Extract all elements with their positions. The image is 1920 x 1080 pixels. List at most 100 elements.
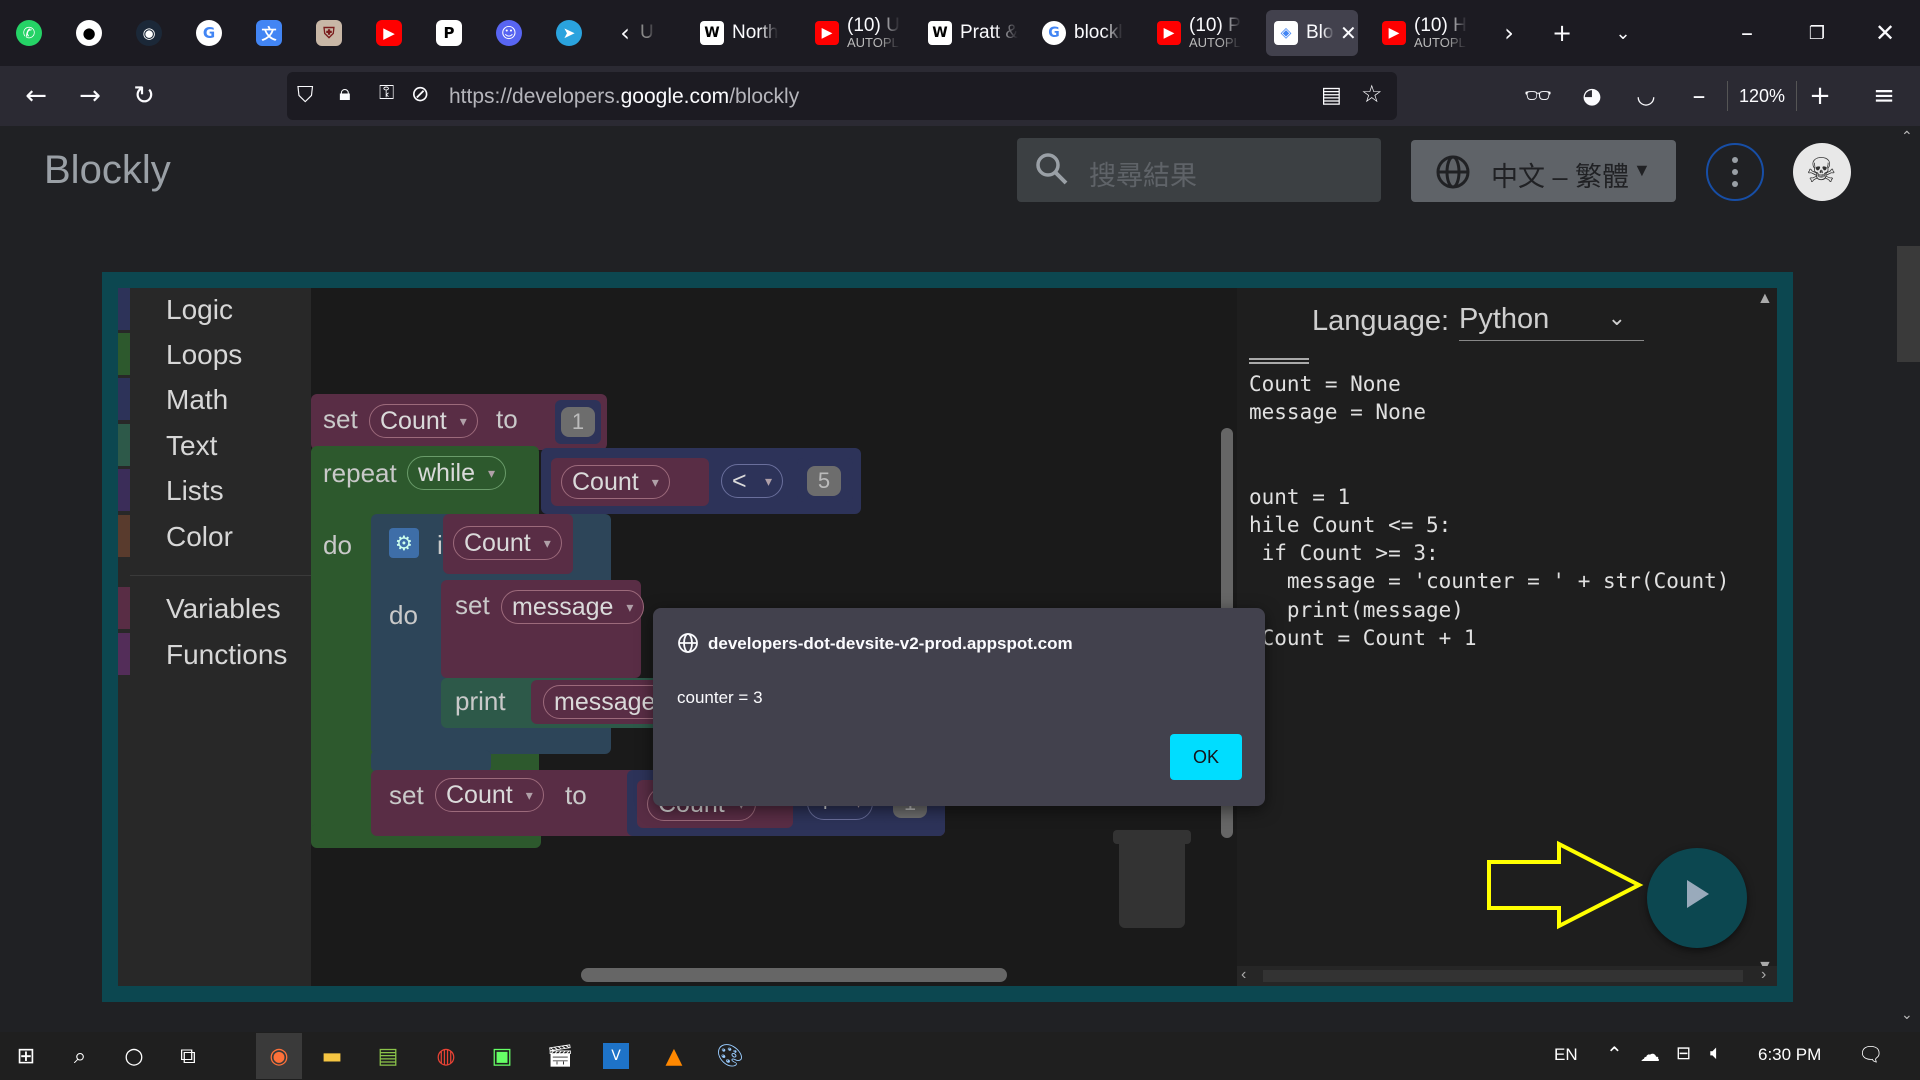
chevron-right-icon[interactable]: › xyxy=(1761,966,1766,984)
taskbar-media-app[interactable]: 🎬︎ xyxy=(544,1040,576,1072)
number-block[interactable]: 1 xyxy=(555,400,601,444)
page-scroll-thumb[interactable] xyxy=(1897,246,1920,362)
zoom-level[interactable]: 120% xyxy=(1727,81,1797,111)
reader-view-icon[interactable]: ▤ xyxy=(1321,82,1342,108)
search-input[interactable]: 搜尋結果 xyxy=(1017,138,1381,202)
ok-button[interactable]: OK xyxy=(1170,734,1242,780)
permissions-icon[interactable]: ⚿ xyxy=(379,82,394,105)
chevron-left-icon[interactable]: ‹ xyxy=(1241,966,1246,984)
lock-icon[interactable]: 🔒︎ xyxy=(339,80,351,106)
tab-6[interactable]: ▶ (10) P AUTOPL xyxy=(1157,10,1257,56)
bookmark-star-icon[interactable]: ☆ xyxy=(1361,80,1383,109)
volume-icon[interactable]: 🔈︎ xyxy=(1710,1042,1722,1065)
pinned-tab-discord[interactable]: ☺ xyxy=(494,15,524,51)
tab-3[interactable]: ▶ (10) U AUTOPL xyxy=(815,10,915,56)
trashcan-icon[interactable] xyxy=(1119,844,1185,928)
taskbar-firefox[interactable]: ◉ xyxy=(256,1033,302,1079)
toolbox-category-loops[interactable]: Loops xyxy=(118,333,311,377)
close-tab-icon[interactable]: ✕ xyxy=(1340,21,1357,46)
taskbar-file-explorer[interactable]: ▬ xyxy=(316,1040,348,1072)
restore-button[interactable]: ❐ xyxy=(1800,16,1834,50)
toolbox-category-logic[interactable]: Logic xyxy=(118,288,311,332)
network-icon[interactable]: ⊟ xyxy=(1676,1043,1691,1064)
taskbar-vlc[interactable]: ▲ xyxy=(658,1040,690,1072)
user-avatar[interactable]: ☠ xyxy=(1793,143,1851,201)
notification-center-icon[interactable]: 🗨︎ xyxy=(1858,1042,1883,1067)
site-logo[interactable]: Blockly xyxy=(44,148,171,193)
page-scrollbar[interactable]: ⌃ ⌄ xyxy=(1897,126,1920,1032)
extension-colors-button[interactable]: ◕ xyxy=(1574,78,1610,114)
pinned-tab-whatsapp[interactable]: ✆ xyxy=(14,15,44,51)
taskbar-paint[interactable]: 🎨︎ xyxy=(714,1040,746,1072)
toolbox-category-lists[interactable]: Lists xyxy=(118,469,311,513)
task-view-button[interactable]: ⧉ xyxy=(172,1040,204,1072)
tab-8[interactable]: ▶ (10) H AUTOPL xyxy=(1382,10,1482,56)
start-button[interactable]: ⊞ xyxy=(10,1040,42,1072)
extension-glasses-button[interactable]: 👓︎ xyxy=(1520,78,1556,114)
tab-4[interactable]: W Pratt & xyxy=(928,10,1033,56)
code-horizontal-scrollbar[interactable]: ‹ › xyxy=(1237,966,1777,986)
chevron-down-icon[interactable]: ⌄ xyxy=(1901,1006,1913,1023)
pinned-tab-google[interactable]: G xyxy=(194,15,224,51)
pinned-tab-youtube[interactable]: ▶ xyxy=(374,15,404,51)
clock[interactable]: 6:30 PM xyxy=(1758,1045,1821,1065)
tab-active-blockly[interactable]: ◈Bloc✕ xyxy=(1266,10,1358,56)
mutator-gear-icon[interactable]: ⚙ xyxy=(389,528,419,558)
chevron-up-icon[interactable]: ⌃ xyxy=(1901,128,1913,145)
pinned-tab-steam[interactable]: ◉ xyxy=(134,15,164,51)
close-window-button[interactable]: ✕ xyxy=(1868,16,1902,50)
url-text[interactable]: https://developers.google.com/blockly xyxy=(449,85,799,109)
input-language[interactable]: EN xyxy=(1554,1045,1578,1065)
repeat-mode-dropdown[interactable]: while xyxy=(407,456,506,490)
toolbox-category-variables[interactable]: Variables xyxy=(118,587,311,631)
operator-dropdown[interactable]: < xyxy=(721,464,783,498)
shield-icon[interactable]: ⛉ xyxy=(297,82,314,108)
more-options-button[interactable] xyxy=(1706,143,1764,201)
block-set-count[interactable]: set Count to 1 xyxy=(311,394,607,450)
taskbar-vscode[interactable]: V xyxy=(600,1040,632,1072)
pinned-tab-site[interactable]: ⛨ xyxy=(314,15,344,51)
toolbox-category-text[interactable]: Text xyxy=(118,424,311,468)
forward-button[interactable]: → xyxy=(72,78,108,114)
code-scroll-up-icon[interactable]: ▲ xyxy=(1757,290,1773,308)
number-block[interactable]: 5 xyxy=(797,458,853,502)
language-select[interactable]: Python ⌄ xyxy=(1459,303,1644,341)
taskbar-terminal[interactable]: ▣ xyxy=(486,1040,518,1072)
tab-1[interactable]: U xyxy=(640,10,680,56)
app-menu-button[interactable]: ≡ xyxy=(1866,78,1902,114)
workspace-horizontal-scrollbar[interactable] xyxy=(581,968,1007,982)
cortana-button[interactable]: ○ xyxy=(118,1040,150,1072)
block-if-condition[interactable]: Count xyxy=(443,514,573,574)
tracking-blocked-icon[interactable]: ⊘ xyxy=(411,81,429,107)
url-bar[interactable]: ⛉ 🔒︎ ⚿ ⊘ https://developers.google.com/b… xyxy=(287,72,1397,120)
list-all-tabs-button[interactable]: ⌄ xyxy=(1606,16,1640,50)
pinned-tab-github[interactable]: ● xyxy=(74,15,104,51)
onedrive-cloud-icon[interactable]: ☁ xyxy=(1640,1042,1660,1067)
pinned-tab-patreon[interactable]: P xyxy=(434,15,464,51)
pinned-tab-translate[interactable]: 文 xyxy=(254,15,284,51)
language-selector-button[interactable]: 中文 – 繁體 ▼ xyxy=(1411,140,1676,202)
block-get-count[interactable]: Count xyxy=(551,458,709,506)
search-button[interactable]: ⌕ xyxy=(64,1040,96,1072)
run-button[interactable] xyxy=(1647,848,1747,948)
block-compare[interactable]: Count < 5 xyxy=(541,448,861,514)
back-button[interactable]: ← xyxy=(18,78,54,114)
scroll-tabs-left-button[interactable]: ‹ xyxy=(608,16,642,50)
zoom-in-button[interactable]: + xyxy=(1802,78,1838,114)
tab-2[interactable]: W North xyxy=(700,10,810,56)
pocket-button[interactable]: ◡ xyxy=(1628,78,1664,114)
new-tab-button[interactable]: + xyxy=(1545,16,1579,50)
block-set-message[interactable]: set message xyxy=(441,580,645,678)
taskbar-chrome[interactable]: ◍ xyxy=(430,1040,462,1072)
minimize-button[interactable]: – xyxy=(1730,16,1764,50)
toolbox-category-color[interactable]: Color xyxy=(118,515,311,559)
toolbox-category-functions[interactable]: Functions xyxy=(118,633,311,677)
pinned-tab-telegram[interactable]: ➤ xyxy=(554,15,584,51)
reload-button[interactable]: ↻ xyxy=(126,78,162,114)
taskbar-notepad[interactable]: ▤ xyxy=(372,1040,404,1072)
variable-dropdown[interactable]: Count xyxy=(435,778,544,812)
chevron-up-icon[interactable]: ⌃ xyxy=(1606,1042,1623,1067)
zoom-out-button[interactable]: – xyxy=(1681,78,1717,114)
toolbox-category-math[interactable]: Math xyxy=(118,378,311,422)
scroll-tabs-right-button[interactable]: › xyxy=(1492,16,1526,50)
